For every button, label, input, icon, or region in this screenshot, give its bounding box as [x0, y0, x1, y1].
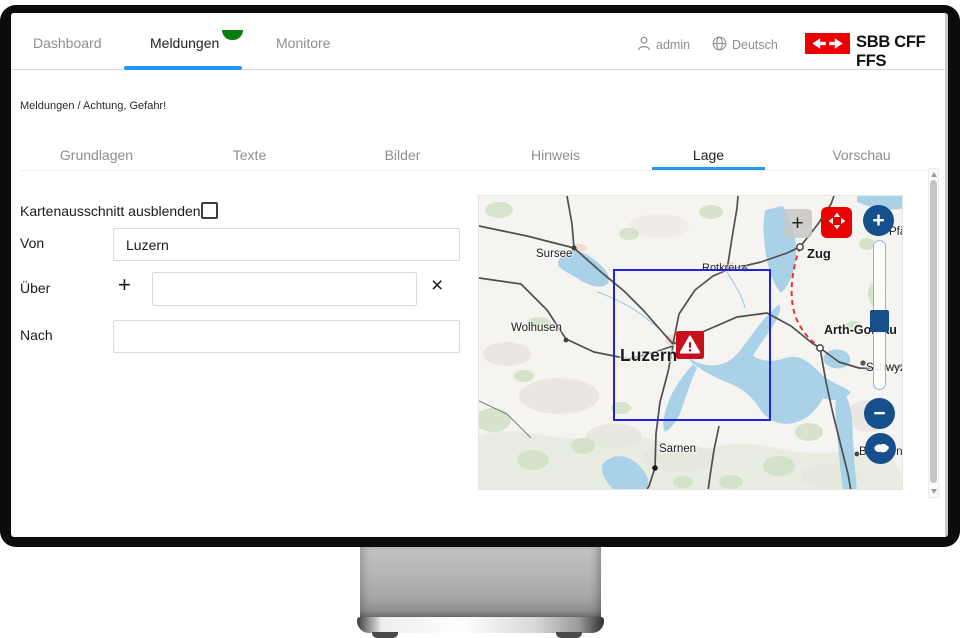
tab-grundlagen[interactable]: Grundlagen — [20, 139, 173, 170]
von-label: Von — [20, 235, 44, 251]
scrollbar-thumb[interactable] — [930, 180, 937, 483]
clear-via-button[interactable]: × — [431, 275, 443, 296]
tab-hinweis[interactable]: Hinweis — [479, 139, 632, 170]
tab-lage-label: Lage — [693, 147, 724, 163]
meldungen-badge — [222, 30, 243, 40]
pan-arrows-icon — [826, 210, 848, 235]
top-navbar: Dashboard Meldungen Monitore admin Deuts… — [11, 13, 945, 70]
monitor-foot — [372, 632, 398, 638]
monitor-stand — [360, 547, 601, 617]
hide-map-checkbox[interactable] — [201, 202, 218, 219]
map-canvas[interactable]: Sursee Wolhusen Luzern Rotkreuz Zug Arth… — [478, 195, 903, 490]
tab-bilder[interactable]: Bilder — [326, 139, 479, 170]
active-nav-underline — [124, 66, 242, 70]
tab-lage[interactable]: Lage — [632, 139, 785, 170]
fit-switzerland-button[interactable] — [865, 433, 896, 464]
ueber-input[interactable] — [152, 272, 417, 306]
tab-texte[interactable]: Texte — [173, 139, 326, 170]
route-highlight — [792, 247, 820, 347]
nach-input[interactable] — [113, 320, 460, 353]
nav-item-meldungen[interactable]: Meldungen — [150, 35, 219, 51]
zoom-in-button[interactable]: + — [863, 205, 894, 236]
user-icon[interactable] — [637, 36, 651, 56]
tab-bar: Grundlagen Texte Bilder Hinweis Lage Vor… — [20, 139, 938, 171]
monitor-stand-base — [357, 617, 604, 633]
tab-vorschau[interactable]: Vorschau — [785, 139, 938, 170]
ueber-label: Über — [20, 280, 50, 296]
map-move-alert-button[interactable] — [821, 207, 852, 238]
nav-item-dashboard[interactable]: Dashboard — [33, 35, 102, 51]
scroll-down-icon[interactable] — [931, 489, 937, 494]
sbb-logo-icon — [805, 33, 850, 54]
danger-marker-icon[interactable] — [676, 331, 704, 359]
von-input[interactable] — [113, 228, 460, 261]
monitor-foot — [556, 632, 582, 638]
app-screen: Dashboard Meldungen Monitore admin Deuts… — [11, 13, 948, 537]
nach-label: Nach — [20, 327, 53, 343]
breadcrumb: Meldungen / Achtung, Gefahr! — [20, 100, 166, 112]
hide-map-label: Kartenausschnitt ausblenden — [20, 203, 201, 219]
add-via-button[interactable]: + — [118, 274, 131, 296]
zoom-slider-handle[interactable] — [870, 310, 889, 332]
scroll-up-icon[interactable] — [931, 172, 937, 177]
active-tab-underline — [652, 167, 765, 170]
globe-icon[interactable] — [712, 36, 727, 56]
switzerland-icon — [871, 438, 891, 459]
page-scrollbar[interactable] — [928, 168, 939, 498]
nav-item-monitore[interactable]: Monitore — [276, 35, 330, 51]
language-selector[interactable]: Deutsch — [732, 38, 778, 52]
user-name[interactable]: admin — [656, 38, 690, 52]
sbb-logo-text: SBB CFF FFS — [856, 33, 945, 71]
zoom-out-button[interactable]: − — [864, 398, 895, 429]
map-overview-button[interactable]: + — [783, 209, 812, 238]
